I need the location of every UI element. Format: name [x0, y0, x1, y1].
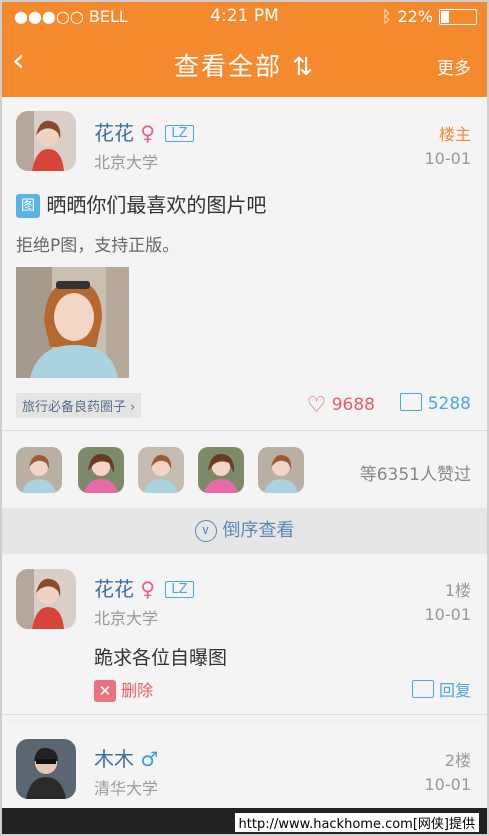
- author-avatar[interactable]: [16, 111, 76, 171]
- heart-icon: ♡: [306, 393, 327, 418]
- watermark-bar: http://www.hackhome.com[网侠]提供: [2, 808, 487, 834]
- delete-label: 删除: [121, 681, 154, 700]
- image-tag-icon: 图: [16, 194, 40, 218]
- chevron-down-icon: ∨: [194, 520, 217, 542]
- top-bar: ●●●○○ BELL 4:21 PM ᛒ 22% ‹ 查看全部 ⇅ 更多: [2, 2, 487, 97]
- reply-avatar[interactable]: [16, 739, 76, 799]
- status-right: ᛒ 22%: [382, 7, 477, 26]
- like-count: 9688: [331, 395, 375, 415]
- reply-avatar[interactable]: [16, 569, 76, 629]
- circle-link[interactable]: 旅行必备良药圈子 ›: [16, 393, 142, 418]
- reply-school: 北京大学: [94, 609, 159, 628]
- reply-school: 清华大学: [94, 779, 159, 798]
- female-icon: ♀: [140, 121, 156, 145]
- reply-date: 10-01: [424, 775, 472, 794]
- post-image[interactable]: [16, 267, 129, 378]
- post-date: 10-01: [424, 149, 472, 168]
- reply-label: 回复: [438, 681, 471, 700]
- status-bar: ●●●○○ BELL 4:21 PM ᛒ 22%: [2, 2, 487, 30]
- lz-badge: LZ: [165, 125, 194, 142]
- liker-avatar[interactable]: [78, 447, 124, 493]
- liker-avatar[interactable]: [16, 447, 62, 493]
- post-body: 拒绝P图，支持正版。: [16, 236, 180, 256]
- comment-button[interactable]: 5288: [400, 393, 471, 414]
- reverse-order-toggle[interactable]: ∨ 倒序查看: [2, 508, 487, 554]
- reply-item: 花花 ♀ LZ 1楼 北京大学 10-01 跪求各位自曝图 ✕ 删除 回复: [2, 555, 487, 715]
- author-school: 北京大学: [94, 153, 159, 172]
- post-title-row: 图 晒晒你们最喜欢的图片吧: [16, 189, 266, 218]
- reverse-order-label: 倒序查看: [222, 520, 295, 541]
- author-name[interactable]: 花花: [94, 121, 134, 145]
- reply-date: 10-01: [424, 605, 472, 624]
- comment-count: 5288: [427, 394, 471, 414]
- more-button[interactable]: 更多: [437, 54, 471, 79]
- liker-avatar[interactable]: [258, 447, 304, 493]
- reply-author-row: 花花 ♀ LZ: [94, 573, 194, 602]
- page-title[interactable]: 查看全部 ⇅: [2, 47, 487, 83]
- watermark-text: http://www.hackhome.com[网侠]提供: [234, 813, 479, 832]
- poster-role: 楼主: [438, 125, 471, 144]
- male-icon: ♂: [140, 747, 159, 771]
- close-icon: ✕: [94, 680, 116, 702]
- post-title: 晒晒你们最喜欢的图片吧: [46, 193, 267, 217]
- female-icon: ♀: [140, 577, 156, 601]
- post-divider: [2, 430, 487, 431]
- lz-badge: LZ: [165, 581, 194, 598]
- liker-avatar[interactable]: [198, 447, 244, 493]
- nav-bar: ‹ 查看全部 ⇅ 更多: [2, 30, 487, 97]
- reply-text: 跪求各位自曝图: [94, 647, 228, 669]
- floor-number: 2楼: [444, 751, 471, 770]
- comment-icon: [411, 680, 434, 698]
- battery-icon: [439, 8, 477, 25]
- delete-button[interactable]: ✕ 删除: [94, 677, 153, 702]
- floor-number: 1楼: [444, 581, 471, 600]
- bluetooth-icon: ᛒ: [381, 7, 392, 26]
- reply-button[interactable]: 回复: [411, 677, 471, 701]
- liked-by-summary[interactable]: 等6351人赞过: [360, 460, 471, 485]
- main-post: 花花 ♀ LZ 楼主 北京大学 10-01 图 晒晒你们最喜欢的图片吧 拒绝P图…: [2, 97, 487, 507]
- author-name-row: 花花 ♀ LZ: [94, 117, 194, 146]
- reply-item: 木木 ♂ 2楼 清华大学 10-01: [2, 725, 487, 808]
- like-button[interactable]: ♡ 9688: [307, 393, 375, 418]
- comment-icon: [400, 393, 423, 411]
- liker-avatar[interactable]: [138, 447, 184, 493]
- reply-author-name[interactable]: 花花: [94, 577, 134, 601]
- battery-percent: 22%: [397, 7, 433, 26]
- reply-author-name[interactable]: 木木: [94, 747, 134, 771]
- reply-author-row: 木木 ♂: [94, 743, 158, 772]
- reply-divider: [2, 714, 487, 715]
